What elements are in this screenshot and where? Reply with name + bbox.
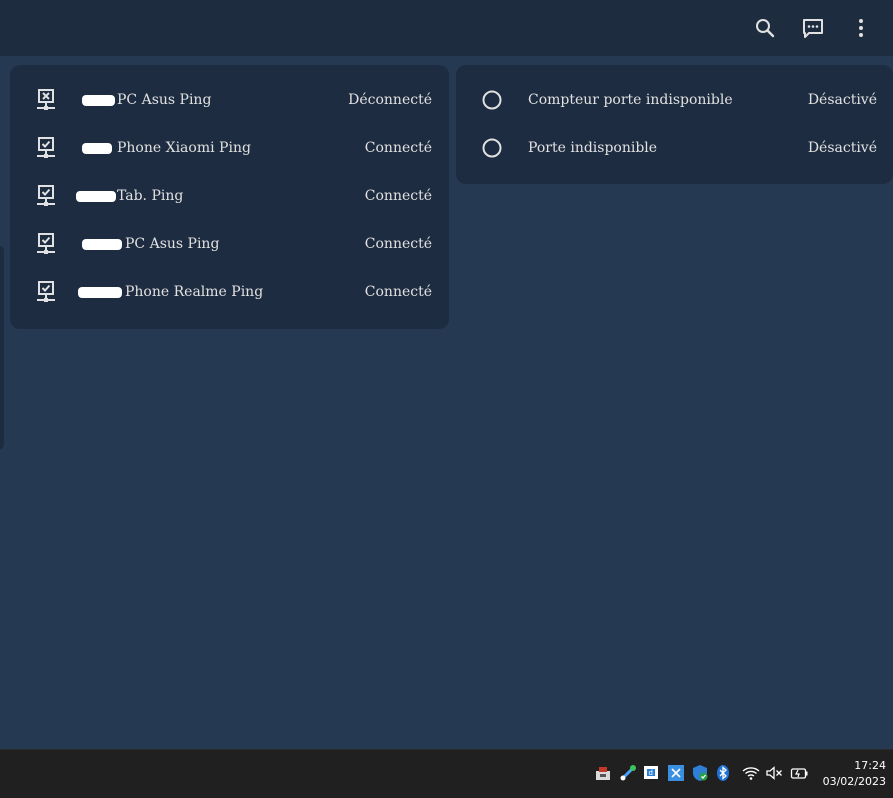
network-tool-icon[interactable] — [619, 764, 637, 782]
circle-outline-icon — [480, 136, 504, 160]
lan-connect-icon — [34, 184, 58, 208]
offscreen-card — [0, 245, 4, 450]
battery-charging-icon[interactable] — [790, 764, 808, 782]
redacted-text — [82, 142, 112, 154]
device-state: Connecté — [364, 140, 432, 156]
search-icon[interactable] — [751, 14, 779, 42]
lan-connect-icon — [34, 232, 58, 256]
redacted-text — [78, 286, 122, 298]
taskbar: d 17:24 03/02/2023 — [0, 749, 893, 798]
device-name: Phone Xiaomi Ping — [117, 140, 251, 156]
redacted-text — [76, 190, 116, 202]
device-name: PC Asus Ping — [125, 236, 220, 252]
defender-icon[interactable] — [691, 764, 709, 782]
doors-card: Compteur porte indisponible Désactivé Po… — [456, 65, 893, 184]
top-app-bar — [0, 0, 893, 56]
assist-icon[interactable] — [799, 14, 827, 42]
svg-text:d: d — [649, 769, 653, 777]
device-row[interactable]: PC Asus Ping Déconnecté — [10, 76, 449, 124]
device-state: Déconnecté — [348, 92, 432, 108]
circle-outline-icon — [480, 88, 504, 112]
redacted-text — [82, 238, 122, 250]
lan-connect-icon — [34, 136, 58, 160]
usb-eject-icon[interactable] — [594, 764, 612, 782]
device-row[interactable]: Phone Realme Ping Connecté — [10, 268, 449, 316]
system-clock[interactable]: 17:24 03/02/2023 — [823, 758, 886, 790]
device-state: Connecté — [364, 284, 432, 300]
clock-date: 03/02/2023 — [822, 775, 886, 788]
device-name: Phone Realme Ping — [125, 284, 264, 300]
lan-connect-icon — [34, 280, 58, 304]
door-name: Compteur porte indisponible — [528, 92, 733, 108]
wifi-icon[interactable] — [742, 764, 760, 782]
device-row[interactable]: Phone Xiaomi Ping Connecté — [10, 124, 449, 172]
door-state: Désactivé — [807, 140, 877, 156]
device-name: PC Asus Ping — [117, 92, 212, 108]
redacted-text — [82, 94, 115, 106]
door-name: Porte indisponible — [528, 140, 658, 156]
device-row[interactable]: PC Asus Ping Connecté — [10, 220, 449, 268]
door-row[interactable]: Porte indisponible Désactivé — [456, 124, 893, 172]
lan-disconnect-icon — [34, 88, 58, 112]
device-name: Tab. Ping — [117, 188, 184, 204]
display-icon[interactable]: d — [643, 764, 661, 782]
clock-time: 17:24 — [854, 759, 886, 772]
device-state: Connecté — [364, 236, 432, 252]
door-state: Désactivé — [807, 92, 877, 108]
devices-card: PC Asus Ping Déconnecté Phone Xiaomi Pin… — [10, 65, 449, 329]
volume-muted-icon[interactable] — [765, 764, 783, 782]
bluetooth-icon[interactable] — [714, 764, 732, 782]
door-row[interactable]: Compteur porte indisponible Désactivé — [456, 76, 893, 124]
device-state: Connecté — [364, 188, 432, 204]
snipping-icon[interactable] — [667, 764, 685, 782]
menu-dots-icon[interactable] — [847, 14, 875, 42]
device-row[interactable]: Tab. Ping Connecté — [10, 172, 449, 220]
